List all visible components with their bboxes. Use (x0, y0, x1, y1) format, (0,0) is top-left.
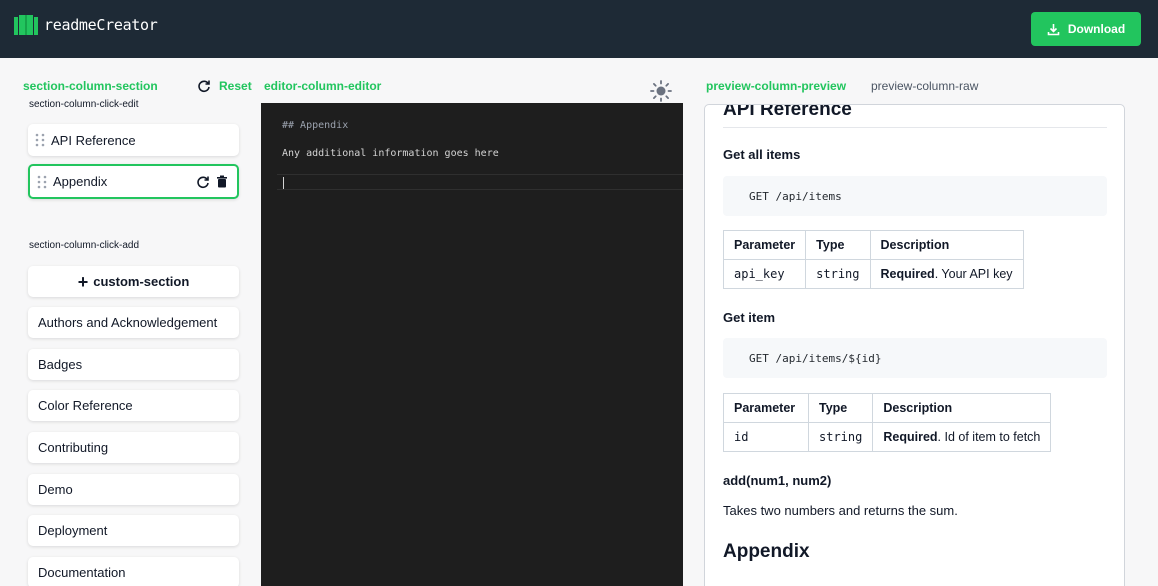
table-cell: string (807, 422, 874, 452)
appendix-heading: Appendix (723, 541, 810, 562)
description-text: . Id of item to fetch (937, 430, 1041, 444)
app-logo[interactable]: readmeCreator (14, 14, 158, 36)
download-button[interactable]: Download (1031, 12, 1141, 46)
table-cell: string (805, 259, 871, 289)
click-edit-label: section-column-click-edit (29, 99, 139, 110)
get-all-items-heading: Get all items (723, 147, 801, 162)
section-label: Contributing (38, 440, 109, 455)
custom-section-label: custom-section (93, 274, 190, 289)
parameters-table: Parameter Type Description id string Req… (723, 393, 1052, 452)
section-actions (196, 175, 228, 189)
tab-raw[interactable]: preview-column-raw (871, 79, 978, 93)
selected-section-api-reference[interactable]: API Reference (28, 124, 239, 156)
markdown-editor[interactable]: ## Appendix Any additional information g… (261, 103, 683, 586)
drag-handle-icon[interactable] (35, 133, 45, 147)
section-label: Appendix (53, 174, 108, 189)
function-description: Takes two numbers and returns the sum. (723, 503, 958, 518)
table-cell: id (723, 422, 809, 452)
section-label: Badges (38, 357, 83, 372)
click-add-label: section-column-click-add (29, 240, 140, 251)
top-bar: readmeCreator Download (0, 0, 1158, 58)
tab-preview[interactable]: preview-column-preview (706, 79, 846, 93)
section-label: Documentation (38, 565, 126, 580)
section-label: Color Reference (38, 398, 133, 413)
editor-line[interactable]: Any additional information goes here (282, 148, 499, 159)
drag-handle-icon[interactable] (37, 175, 47, 189)
table-header: Type (805, 230, 871, 260)
add-section-item[interactable]: Deployment (28, 515, 239, 546)
section-label: Deployment (38, 523, 108, 538)
refresh-icon (198, 80, 210, 93)
section-column-header: section-column-section (23, 79, 158, 93)
add-section-item[interactable]: Authors and Acknowledgement (28, 307, 239, 338)
custom-section-button[interactable]: + custom-section (28, 266, 239, 297)
section-label: API Reference (51, 132, 136, 148)
section-label: Authors and Acknowledgement (38, 315, 218, 330)
text-cursor (283, 177, 284, 189)
table-cell: Required. Your API key (869, 259, 1024, 289)
table-header: Parameter (722, 230, 807, 260)
table-header: Description (869, 230, 1024, 260)
add-section-item[interactable]: Documentation (28, 557, 239, 586)
required-text: Required (880, 267, 935, 281)
api-reference-heading: API Reference (723, 104, 852, 120)
book-icon (14, 15, 38, 35)
table-header: Type (807, 393, 874, 423)
plus-icon: + (77, 271, 89, 292)
markdown-preview: API Reference Get all items GET /api/ite… (704, 104, 1125, 586)
table-header: Description (872, 393, 1052, 423)
trash-icon[interactable] (216, 175, 228, 188)
add-section-item[interactable]: Demo (28, 474, 239, 505)
code-text: GET /api/items/${id} (749, 351, 882, 365)
code-text: GET /api/items (749, 189, 842, 203)
add-section-item[interactable]: Badges (28, 349, 239, 380)
reset-button[interactable]: Reset (197, 79, 252, 93)
table-cell: Required. Id of item to fetch (872, 422, 1052, 452)
current-line-highlight (277, 174, 683, 190)
app-name: readmeCreator (44, 16, 158, 34)
table-row: id string Required. Id of item to fetch (723, 422, 1052, 452)
selected-section-appendix[interactable]: Appendix (28, 164, 239, 199)
table-cell: api_key (722, 259, 807, 289)
editor-column-header: editor-column-editor (264, 79, 382, 93)
editor-line[interactable]: ## Appendix (282, 120, 348, 131)
description-text: . Your API key (934, 267, 1013, 281)
download-icon (1047, 23, 1060, 35)
table-row: api_key string Required. Your API key (722, 259, 1024, 289)
refresh-icon[interactable] (196, 175, 210, 189)
add-section-item[interactable]: Color Reference (28, 390, 239, 421)
heading-divider (723, 127, 1107, 128)
reset-label: Reset (219, 79, 252, 93)
function-heading: add(num1, num2) (723, 473, 832, 488)
required-text: Required (883, 430, 938, 444)
code-block: GET /api/items/${id} (723, 338, 1107, 378)
download-label: Download (1067, 22, 1126, 36)
code-block: GET /api/items (723, 176, 1107, 216)
section-label: Demo (38, 482, 73, 497)
table-header: Parameter (723, 393, 809, 423)
parameters-table: Parameter Type Description api_key strin… (722, 230, 1024, 289)
get-item-heading: Get item (723, 310, 776, 325)
add-section-item[interactable]: Contributing (28, 432, 239, 463)
sun-icon[interactable] (650, 80, 672, 102)
